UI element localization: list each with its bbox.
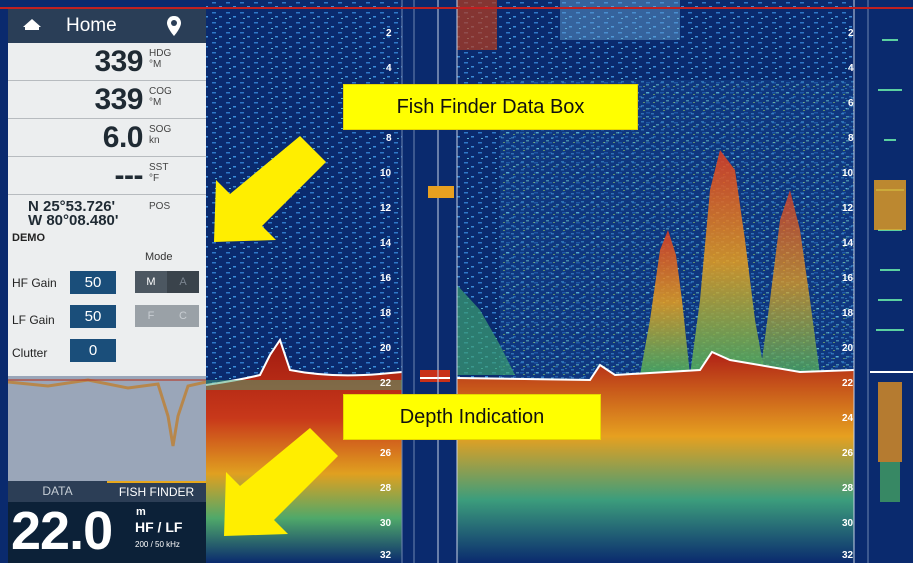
arrow-to-depth [224, 428, 338, 536]
fish-finder-screen: 2468101214161820222426283032 24681012141… [0, 0, 913, 563]
arrow-overlay [214, 136, 338, 536]
arrow-to-data-box [214, 136, 326, 242]
